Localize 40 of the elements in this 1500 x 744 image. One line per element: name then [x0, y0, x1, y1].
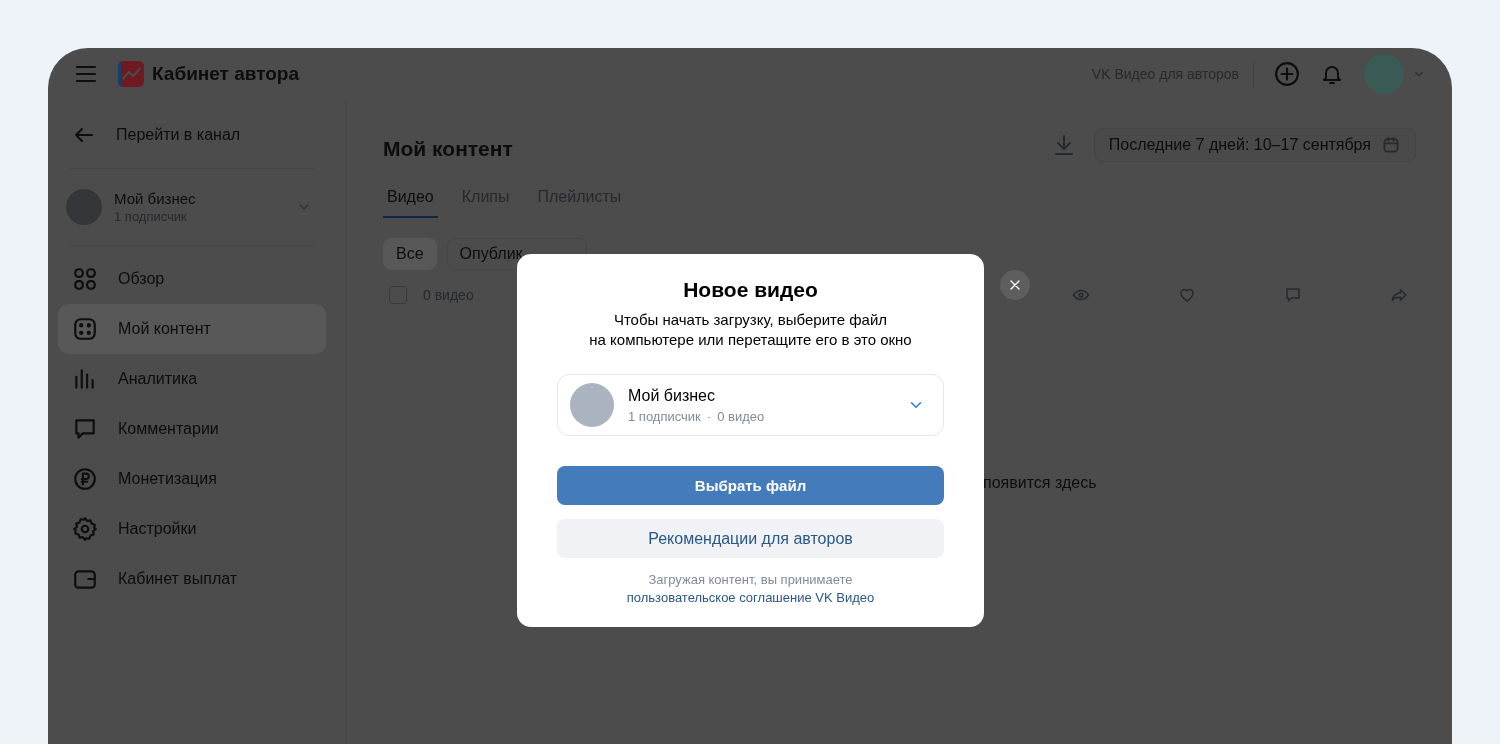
- subscriber-count: 1 подписчик: [628, 408, 701, 424]
- consent-note: Загружая контент, вы принимаете: [648, 572, 853, 587]
- user-agreement-link[interactable]: пользовательское соглашение VK Видео: [626, 590, 875, 605]
- dialog-description: Чтобы начать загрузку, выберите файл на компьютере или перетащите его в это окно: [589, 310, 912, 350]
- plus-circle-icon: [1274, 61, 1300, 87]
- calendar-icon: [1381, 135, 1401, 155]
- date-range-button[interactable]: Последние 7 дней: 10–17 сентября: [1093, 128, 1416, 162]
- channel-avatar: [66, 189, 102, 225]
- channel-name: Мой бизнес: [114, 190, 196, 207]
- heart-icon: [1178, 286, 1196, 304]
- author-tips-button[interactable]: Рекомендации для авторов: [557, 519, 944, 558]
- sidebar-item[interactable]: Кабинет выплат: [58, 554, 326, 604]
- video-count: 0 видео: [717, 408, 765, 424]
- channel-picker[interactable]: Мой бизнес 1 подписчик · 0 видео: [557, 374, 944, 436]
- sidebar-item[interactable]: Комментарии: [58, 404, 326, 454]
- share-arrow-icon: [1390, 286, 1408, 304]
- sidebar-item[interactable]: Обзор: [58, 254, 326, 304]
- speech-bubble-icon: [1284, 286, 1302, 304]
- chart-logo-icon: [118, 61, 144, 87]
- close-button[interactable]: [1000, 270, 1030, 300]
- separator-dot: ·: [706, 408, 712, 424]
- channel-name: Мой бизнес: [628, 386, 715, 405]
- ruble-coin-icon: [72, 466, 98, 492]
- sidebar-item[interactable]: Монетизация: [58, 454, 326, 504]
- dice-icon: [72, 316, 98, 342]
- page-title: Мой контент: [383, 136, 514, 161]
- app-title: Кабинет автора: [152, 63, 300, 85]
- gear-icon: [72, 516, 98, 542]
- grid-icon: [72, 266, 98, 292]
- channel-avatar: [570, 383, 614, 427]
- dialog-title: Новое видео: [683, 278, 818, 302]
- empty-state-text: появится здесь: [983, 474, 1097, 492]
- sidebar-item[interactable]: Аналитика: [58, 354, 326, 404]
- sidebar-item[interactable]: Мой контент: [58, 304, 326, 354]
- sidebar-item[interactable]: Настройки: [58, 504, 326, 554]
- content-tab[interactable]: Видео: [383, 180, 438, 218]
- choose-file-button[interactable]: Выбрать файл: [557, 466, 944, 505]
- back-to-channel-button[interactable]: Перейти в канал: [58, 110, 326, 160]
- filter-chip[interactable]: Все: [383, 238, 437, 270]
- speech-bubble-icon: [72, 416, 98, 442]
